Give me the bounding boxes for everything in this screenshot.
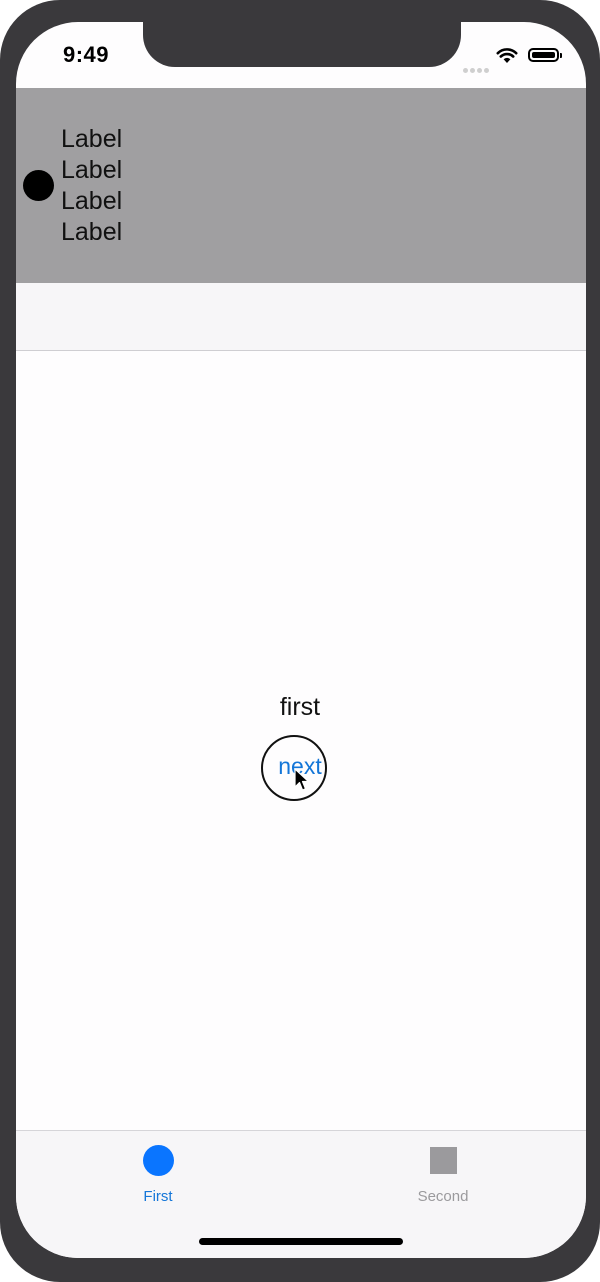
tab-first-label: First <box>143 1188 173 1205</box>
header-panel: Label Label Label Label <box>16 88 586 283</box>
square-icon <box>430 1147 457 1174</box>
label-3: Label <box>61 187 123 215</box>
next-button-area: next <box>261 735 327 801</box>
status-time: 9:49 <box>63 42 110 67</box>
label-4: Label <box>61 218 123 246</box>
signal-icon <box>463 60 491 78</box>
label-1: Label <box>61 125 123 153</box>
circle-icon <box>143 1145 174 1176</box>
navigation-bar <box>16 283 586 351</box>
tab-second-label: Second <box>417 1188 469 1205</box>
cursor-icon <box>294 768 310 791</box>
label-2: Label <box>61 156 123 184</box>
tab-second[interactable]: Second <box>343 1131 543 1221</box>
battery-icon <box>528 48 562 62</box>
page-title: first <box>279 693 321 721</box>
main-content: first next <box>16 351 586 1131</box>
tab-first[interactable]: First <box>58 1131 258 1221</box>
wifi-icon <box>496 48 518 63</box>
record-dot-icon <box>23 170 54 201</box>
home-indicator <box>199 1238 403 1245</box>
phone-screen: 9:49 Label Label Label Label first next <box>16 22 586 1258</box>
notch <box>143 22 461 67</box>
label-stack: Label Label Label Label <box>61 124 122 248</box>
